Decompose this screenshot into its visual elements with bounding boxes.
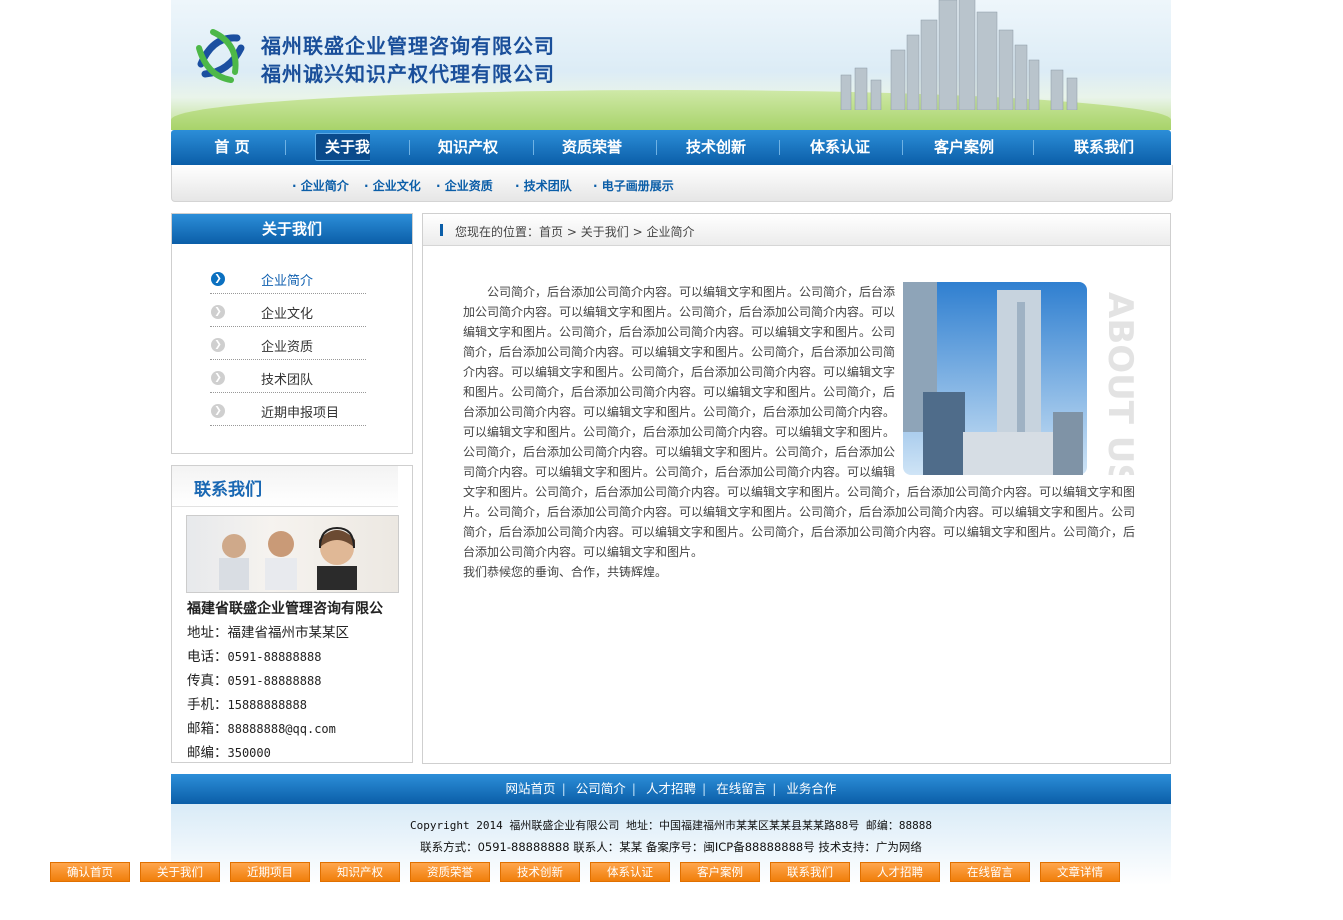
site-header: 福州联盛企业管理咨询有限公司 福州诚兴知识产权代理有限公司 — [171, 0, 1171, 130]
sidebar-item-label: 企业资质 — [261, 340, 314, 355]
sidebar-title: 关于我们 — [172, 214, 412, 244]
about-sidebar: 关于我们 ❯ 企业简介 ❯ 企业文化 ❯ 企业资质 ❯ 技术团队 ❯ 近期申报项… — [171, 213, 413, 454]
footer-link-jobs[interactable]: 人才招聘 — [640, 781, 702, 796]
sidebar-item-label: 近期申报项目 — [261, 406, 340, 421]
nav-separator — [285, 140, 286, 155]
arrow-bullet-icon: ❯ — [211, 305, 225, 319]
sidebar-item-profile[interactable]: ❯ 企业简介 — [210, 262, 366, 294]
sub-nav: · 企业简介 · 企业文化 · 企业资质 · 技术团队 · 电子画册展示 — [171, 165, 1173, 202]
breadcrumb-current: 企业简介 — [646, 225, 695, 239]
zip-label: 邮编： — [187, 745, 228, 761]
quick-link-projects[interactable]: 近期项目 — [230, 862, 310, 882]
subnav-item-team[interactable]: · 技术团队 — [515, 177, 572, 194]
sidebar-item-team[interactable]: ❯ 技术团队 — [210, 361, 366, 393]
nav-separator — [902, 140, 903, 155]
article-body: ABOUT US 公司简介，后台添加公司简介内容。可以编辑文字和图片。公司简介，… — [463, 282, 1140, 582]
customer-service-photo — [186, 515, 399, 593]
nav-item-home[interactable]: 首 页 — [201, 130, 263, 165]
footer-link-profile[interactable]: 公司简介 — [570, 781, 632, 796]
quick-link-cases[interactable]: 客户案例 — [680, 862, 760, 882]
article-closing: 我们恭候您的垂询、合作，共铸辉煌。 — [463, 565, 668, 579]
contact-fax: 0591-88888888 — [227, 674, 322, 688]
city-skyline-illustration — [840, 0, 1078, 110]
breadcrumb: 您现在的位置：首页 > 关于我们 > 企业简介 — [423, 214, 1170, 246]
subnav-item-brochure[interactable]: · 电子画册展示 — [593, 177, 674, 194]
quick-link-honors[interactable]: 资质荣誉 — [410, 862, 490, 882]
arrow-bullet-icon: ❯ — [211, 404, 225, 418]
contact-mobile: 15888888888 — [227, 698, 307, 712]
footer-copyright: Copyright 2014 福州联盛企业有限公司 地址：中国福建福州市某某区某… — [410, 819, 932, 832]
subnav-item-culture[interactable]: · 企业文化 — [364, 177, 421, 194]
nav-item-honors[interactable]: 资质荣誉 — [553, 130, 631, 165]
arrow-bullet-icon: ❯ — [211, 272, 225, 286]
footer-nav: 网站首页 | 公司简介 | 人才招聘 | 在线留言 | 业务合作 — [171, 774, 1171, 804]
contact-zip: 350000 — [227, 746, 271, 760]
company-name-line1: 福州联盛企业管理咨询有限公司 — [261, 34, 555, 58]
nav-item-innovation[interactable]: 技术创新 — [677, 130, 755, 165]
building-photo: ABOUT US — [903, 282, 1140, 488]
customer-service-image — [219, 526, 357, 590]
footer-contact: 联系方式：0591-88888888 联系人：某某 备案序号：闽ICP备8888… — [420, 840, 922, 854]
quick-link-ip[interactable]: 知识产权 — [320, 862, 400, 882]
nav-item-cases[interactable]: 客户案例 — [925, 130, 1003, 165]
about-us-watermark: ABOUT US — [1100, 292, 1135, 475]
chevron-right-icon: > — [566, 225, 577, 239]
quick-link-certification[interactable]: 体系认证 — [590, 862, 670, 882]
sidebar-item-culture[interactable]: ❯ 企业文化 — [210, 295, 366, 327]
contact-info: 福建省联盛企业管理咨询有限公 地址：福建省福州市某某区 电话：0591-8888… — [172, 593, 412, 765]
quick-link-jobs[interactable]: 人才招聘 — [860, 862, 940, 882]
footer-link-home[interactable]: 网站首页 — [500, 781, 562, 796]
phone-label: 电话： — [187, 649, 228, 665]
nav-separator — [779, 140, 780, 155]
sidebar-item-label: 企业文化 — [261, 307, 314, 322]
nav-separator — [533, 140, 534, 155]
chevron-right-icon: > — [632, 225, 643, 239]
subnav-item-profile[interactable]: · 企业简介 — [292, 177, 349, 194]
quick-link-about[interactable]: 关于我们 — [140, 862, 220, 882]
company-logo — [196, 29, 245, 83]
sidebar-item-recent-projects[interactable]: ❯ 近期申报项目 — [210, 394, 366, 426]
subnav-item-qualification[interactable]: · 企业资质 — [436, 177, 493, 194]
contact-title: 联系我们 — [172, 466, 398, 507]
nav-separator — [1033, 140, 1034, 155]
footer-link-message[interactable]: 在线留言 — [710, 781, 772, 796]
mobile-label: 手机： — [187, 697, 228, 713]
breadcrumb-marker-icon — [440, 224, 443, 236]
sidebar-item-qualification[interactable]: ❯ 企业资质 — [210, 328, 366, 360]
fax-label: 传真： — [187, 673, 228, 689]
company-name-line2: 福州诚兴知识产权代理有限公司 — [261, 62, 555, 86]
contact-email: 88888888@qq.com — [227, 722, 336, 736]
contact-company: 福建省联盛企业管理咨询有限公 — [187, 601, 383, 617]
arrow-bullet-icon: ❯ — [211, 371, 225, 385]
breadcrumb-home[interactable]: 首页 — [539, 225, 563, 239]
quick-link-message[interactable]: 在线留言 — [950, 862, 1030, 882]
quick-link-article[interactable]: 文章详情 — [1040, 862, 1120, 882]
main-nav: 首 页 关于我们 知识产权 资质荣誉 技术创新 体系认证 客户案例 联系我们 — [171, 130, 1171, 196]
breadcrumb-prefix: 您现在的位置： — [455, 225, 540, 239]
about-image: ABOUT US — [903, 282, 1140, 488]
contact-box: 联系我们 福建省联盛企业管理咨询有限公 地址：福建省福州市某某区 电话：0591… — [171, 465, 413, 763]
contact-phone: 0591-88888888 — [227, 650, 322, 664]
nav-item-contact[interactable]: 联系我们 — [1065, 130, 1143, 165]
nav-separator — [409, 140, 410, 155]
footer-link-cooperation[interactable]: 业务合作 — [780, 781, 842, 796]
quick-link-contact[interactable]: 联系我们 — [770, 862, 850, 882]
contact-address: 福建省福州市某某区 — [227, 625, 350, 641]
main-content: 您现在的位置：首页 > 关于我们 > 企业简介 ABOUT US 公司简介 — [422, 213, 1171, 764]
nav-item-certification[interactable]: 体系认证 — [801, 130, 879, 165]
nav-item-ip[interactable]: 知识产权 — [429, 130, 507, 165]
sidebar-item-label: 技术团队 — [261, 373, 314, 388]
quick-link-home[interactable]: 确认首页 — [50, 862, 130, 882]
address-label: 地址： — [187, 625, 228, 641]
quick-link-innovation[interactable]: 技术创新 — [500, 862, 580, 882]
sidebar-menu: ❯ 企业简介 ❯ 企业文化 ❯ 企业资质 ❯ 技术团队 ❯ 近期申报项目 — [172, 244, 412, 426]
email-label: 邮箱： — [187, 721, 228, 737]
arrow-bullet-icon: ❯ — [211, 338, 225, 352]
sidebar-item-label: 企业简介 — [261, 274, 314, 289]
breadcrumb-section[interactable]: 关于我们 — [581, 225, 629, 239]
nav-separator — [656, 140, 657, 155]
nav-item-about[interactable]: 关于我们 — [304, 130, 381, 196]
